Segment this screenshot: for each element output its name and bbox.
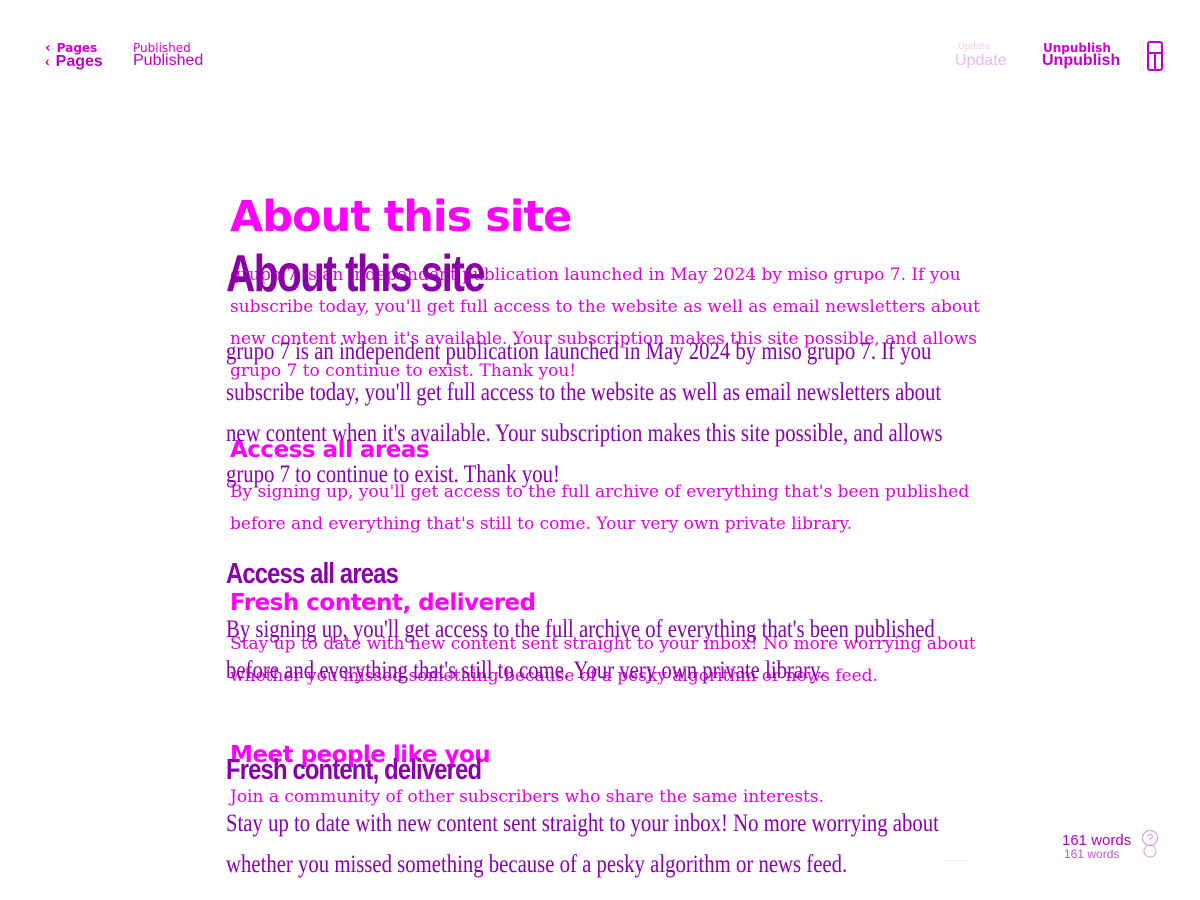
- publish-status: Published: [133, 52, 204, 69]
- divider: [944, 860, 970, 861]
- section-heading-access[interactable]: Access all areas: [226, 558, 399, 591]
- sidebar-panel-icon[interactable]: [1147, 41, 1163, 71]
- intro-paragraph[interactable]: grupo 7 is an independent publication la…: [226, 331, 973, 495]
- section-body-fresh[interactable]: Stay up to date with new content sent st…: [226, 803, 973, 885]
- section-body-access[interactable]: By signing up, you'll get access to the …: [226, 609, 973, 691]
- back-to-pages-link[interactable]: ‹ Pages: [45, 52, 103, 71]
- ghost-title: About this site: [230, 192, 572, 242]
- page-title[interactable]: About this site: [226, 244, 486, 304]
- chevron-left-icon: ‹: [45, 53, 50, 69]
- unpublish-button[interactable]: Unpublish: [1042, 52, 1120, 70]
- word-count-ghost: 161 words: [1064, 847, 1120, 861]
- help-icon[interactable]: [1141, 829, 1159, 859]
- section-heading-fresh[interactable]: Fresh content, delivered: [226, 754, 482, 787]
- update-button[interactable]: Update: [955, 52, 1007, 70]
